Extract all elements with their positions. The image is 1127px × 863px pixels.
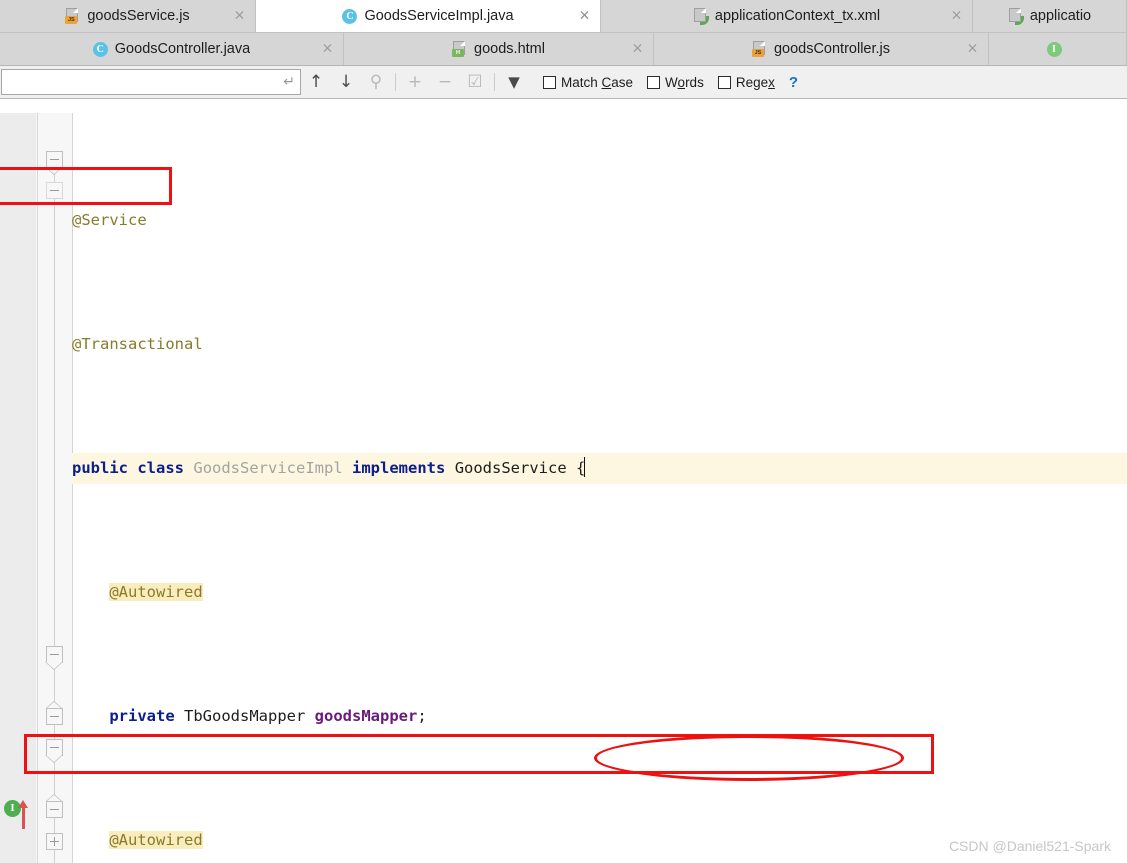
editor-tab-GoodsController-java[interactable]: C GoodsController.java × [0, 33, 344, 65]
html-file-icon: H [452, 41, 467, 57]
editor-tab-GoodsServiceImpl-java[interactable]: C GoodsServiceImpl.java × [256, 0, 601, 32]
annotation-transactional-class: @Transactional [72, 335, 203, 353]
keyword-class: class [137, 459, 185, 477]
editor-tab-label: GoodsController.java [114, 41, 251, 57]
field-name: goodsMapper [314, 707, 418, 725]
fold-marker-collapsed[interactable] [46, 833, 63, 850]
annotation-service: @Service [72, 211, 147, 229]
js-file-icon: JS [65, 8, 80, 24]
select-all-button[interactable]: ☑ [460, 68, 490, 96]
java-class-icon: C [92, 41, 108, 57]
semicolon: ; [417, 707, 427, 725]
interface-icon: I [1046, 41, 1062, 57]
find-toolbar: ↵ ↑ ↓ ⚲ + − ☑ ▼ Match Case Words Regex ? [0, 66, 1127, 99]
checkbox-multi-icon: ☑ [467, 71, 483, 92]
enter-icon[interactable]: ↵ [278, 75, 300, 89]
editor-tab-label: GoodsServiceImpl.java [364, 8, 514, 24]
regex-checkbox[interactable]: Regex [717, 74, 775, 90]
editor-tab-applicationContext-partial[interactable]: applicatio [973, 0, 1127, 32]
close-icon[interactable]: × [631, 42, 644, 56]
toolbar-divider [494, 73, 495, 91]
words-label: Words [665, 74, 704, 90]
run-class-marker[interactable]: I [4, 799, 28, 829]
toolbar-divider [395, 73, 396, 91]
checkbox-icon[interactable] [647, 75, 661, 89]
editor-tab-goodsService-js[interactable]: JS goodsService.js × [0, 0, 256, 32]
type-name: TbGoodsMapper [184, 707, 306, 725]
match-case-label: Match Case [561, 74, 634, 90]
js-file-icon: JS [751, 41, 767, 57]
plus-icon: + [407, 71, 423, 92]
magnifier-icon: ⚲ [369, 71, 383, 92]
match-case-checkbox[interactable]: Match Case [543, 75, 633, 90]
code-editor[interactable]: I @Service @Transactional public class G… [0, 113, 1127, 863]
filter-button[interactable]: ▼ [499, 68, 529, 96]
csdn-watermark: CSDN @Daniel521-Spark [948, 838, 1111, 854]
select-all-occurrences-button[interactable]: ⚲ [361, 68, 391, 96]
remove-selection-button[interactable]: − [430, 68, 460, 96]
checkbox-icon[interactable] [717, 75, 731, 89]
code-line: private TbGoodsMapper goodsMapper; [72, 701, 1127, 732]
editor-tab-interface-partial[interactable]: I [989, 33, 1127, 65]
fold-marker-annotation[interactable] [46, 182, 63, 199]
ide-window: JS goodsService.js × C GoodsServiceImpl.… [0, 0, 1127, 863]
editor-left-gutter [0, 113, 36, 863]
fold-marker-class[interactable] [45, 151, 63, 175]
keyword-public: public [72, 459, 128, 477]
editor-tab-label: goodsController.js [773, 41, 891, 57]
class-name: GoodsServiceImpl [193, 459, 343, 477]
code-text[interactable]: @Service @Transactional public class Goo… [72, 113, 1127, 863]
fold-marker-method-end[interactable] [46, 794, 63, 818]
fold-stem [54, 159, 55, 719]
close-icon[interactable]: × [321, 42, 334, 56]
editor-tab-row-2: C GoodsController.java × H goods.html × … [0, 33, 1127, 65]
editor-tab-applicationContext-tx-xml[interactable]: applicationContext_tx.xml × [601, 0, 973, 32]
help-icon[interactable]: ? [789, 74, 798, 91]
add-selection-button[interactable]: + [400, 68, 430, 96]
editor-fold-gutter[interactable] [36, 113, 73, 863]
keyword-private: private [109, 707, 175, 725]
interface-name: GoodsService [454, 459, 567, 477]
gutter-divider [37, 113, 38, 863]
text-caret [584, 457, 586, 477]
fold-marker-javadoc[interactable] [45, 646, 63, 670]
arrow-up-icon: ↑ [308, 71, 324, 92]
words-checkbox[interactable]: Words [647, 75, 704, 90]
editor-tab-label: applicationContext_tx.xml [714, 8, 881, 24]
filter-funnel-icon: ▼ [508, 72, 520, 91]
code-line: @Service [72, 205, 1127, 236]
fold-marker-javadoc-end[interactable] [46, 701, 63, 725]
editor-tab-goodsController-js[interactable]: JS goodsController.js × [654, 33, 989, 65]
fold-marker-method[interactable] [45, 739, 63, 763]
find-previous-button[interactable]: ↑ [301, 68, 331, 96]
code-line-current: public class GoodsServiceImpl implements… [72, 453, 1127, 484]
keyword-implements: implements [352, 459, 446, 477]
editor-tab-label: goodsService.js [87, 8, 190, 24]
editor-tab-goods-html[interactable]: H goods.html × [344, 33, 654, 65]
annotation-autowired: @Autowired [109, 583, 203, 601]
close-icon[interactable]: × [233, 9, 246, 23]
xml-file-icon [693, 8, 709, 25]
xml-file-icon [1008, 8, 1024, 25]
minus-icon: − [437, 71, 453, 92]
editor-tab-label: goods.html [474, 41, 545, 57]
arrow-down-icon: ↓ [338, 71, 354, 92]
close-icon[interactable]: × [966, 42, 979, 56]
close-icon[interactable]: × [578, 9, 591, 23]
search-input[interactable] [2, 70, 279, 94]
checkbox-icon[interactable] [543, 75, 556, 89]
editor-tab-label: applicatio [1029, 8, 1092, 24]
code-line: @Transactional [72, 329, 1127, 360]
search-field-wrapper[interactable]: ↵ [1, 69, 301, 95]
java-class-icon: C [342, 8, 358, 24]
editor-tabstrip: JS goodsService.js × C GoodsServiceImpl.… [0, 0, 1127, 66]
close-icon[interactable]: × [950, 9, 963, 23]
code-line: @Autowired [72, 577, 1127, 608]
annotation-autowired: @Autowired [109, 831, 203, 849]
regex-label: Regex [735, 74, 775, 90]
find-next-button[interactable]: ↓ [331, 68, 361, 96]
editor-tab-row-1: JS goodsService.js × C GoodsServiceImpl.… [0, 0, 1127, 33]
